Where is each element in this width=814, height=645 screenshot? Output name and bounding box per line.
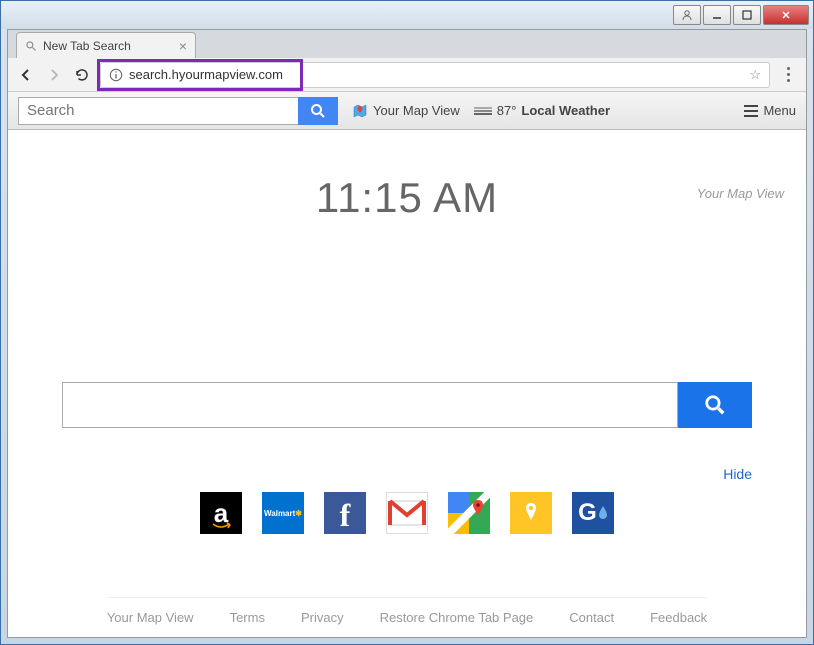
footer-link-privacy[interactable]: Privacy <box>301 610 344 625</box>
tab-close-icon[interactable]: × <box>179 38 187 54</box>
maximize-button[interactable] <box>733 5 761 25</box>
brand-label: Your Map View <box>697 186 784 201</box>
clock-display: 11:15 AM <box>316 174 498 222</box>
tile-walmart[interactable]: Walmart✱ <box>262 492 304 534</box>
quick-tiles: a Walmart✱ f G <box>200 492 614 534</box>
search-favicon-icon <box>25 40 37 52</box>
tile-gmail[interactable] <box>386 492 428 534</box>
info-icon <box>109 68 123 82</box>
hide-link[interactable]: Hide <box>62 466 752 482</box>
main-search <box>62 382 752 428</box>
tile-gasbuddy[interactable]: G <box>572 492 614 534</box>
address-row: search.hyourmapview.com ☆ <box>8 58 806 92</box>
reload-button[interactable] <box>72 65 92 85</box>
weather-icon <box>474 104 492 118</box>
weather-label: Local Weather <box>521 103 610 118</box>
browser-frame: New Tab Search × search.hyourmapview.com… <box>7 29 807 638</box>
tile-facebook[interactable]: f <box>324 492 366 534</box>
toolbar-search-input[interactable] <box>18 97 298 125</box>
footer-link-contact[interactable]: Contact <box>569 610 614 625</box>
url-text: search.hyourmapview.com <box>129 67 283 82</box>
back-button[interactable] <box>16 65 36 85</box>
footer: Your Map View Terms Privacy Restore Chro… <box>107 597 707 637</box>
map-icon <box>352 103 368 119</box>
address-bar[interactable]: search.hyourmapview.com ☆ <box>100 62 770 88</box>
main-search-input[interactable] <box>62 382 678 428</box>
toolbar-map-link[interactable]: Your Map View <box>352 103 460 119</box>
page-content: 11:15 AM Your Map View Hide a Walmart✱ f <box>8 130 806 637</box>
weather-temp: 87° <box>497 103 517 118</box>
footer-link-feedback[interactable]: Feedback <box>650 610 707 625</box>
close-button[interactable] <box>763 5 809 25</box>
footer-link-terms[interactable]: Terms <box>230 610 265 625</box>
browser-tab[interactable]: New Tab Search × <box>16 32 196 58</box>
tile-google-maps[interactable] <box>448 492 490 534</box>
map-label: Your Map View <box>373 103 460 118</box>
chrome-menu-button[interactable] <box>778 67 798 82</box>
toolbar-weather-link[interactable]: 87° Local Weather <box>474 103 610 118</box>
tab-strip: New Tab Search × <box>8 30 806 58</box>
toolbar-search <box>18 97 338 125</box>
forward-button[interactable] <box>44 65 64 85</box>
user-button[interactable] <box>673 5 701 25</box>
tile-yellow-pages[interactable] <box>510 492 552 534</box>
hamburger-icon <box>744 105 758 117</box>
footer-link-restore[interactable]: Restore Chrome Tab Page <box>380 610 534 625</box>
search-icon <box>704 394 726 416</box>
search-icon <box>310 103 326 119</box>
tile-amazon[interactable]: a <box>200 492 242 534</box>
menu-label: Menu <box>763 103 796 118</box>
footer-link-brand[interactable]: Your Map View <box>107 610 194 625</box>
main-search-button[interactable] <box>678 382 752 428</box>
toolbar-search-button[interactable] <box>298 97 338 125</box>
os-window: New Tab Search × search.hyourmapview.com… <box>0 0 814 645</box>
bookmark-star-icon[interactable]: ☆ <box>749 67 761 83</box>
extension-toolbar: Your Map View 87° Local Weather Menu <box>8 92 806 130</box>
minimize-button[interactable] <box>703 5 731 25</box>
titlebar <box>1 1 813 29</box>
tab-title: New Tab Search <box>43 39 131 53</box>
toolbar-menu-button[interactable]: Menu <box>744 103 796 118</box>
